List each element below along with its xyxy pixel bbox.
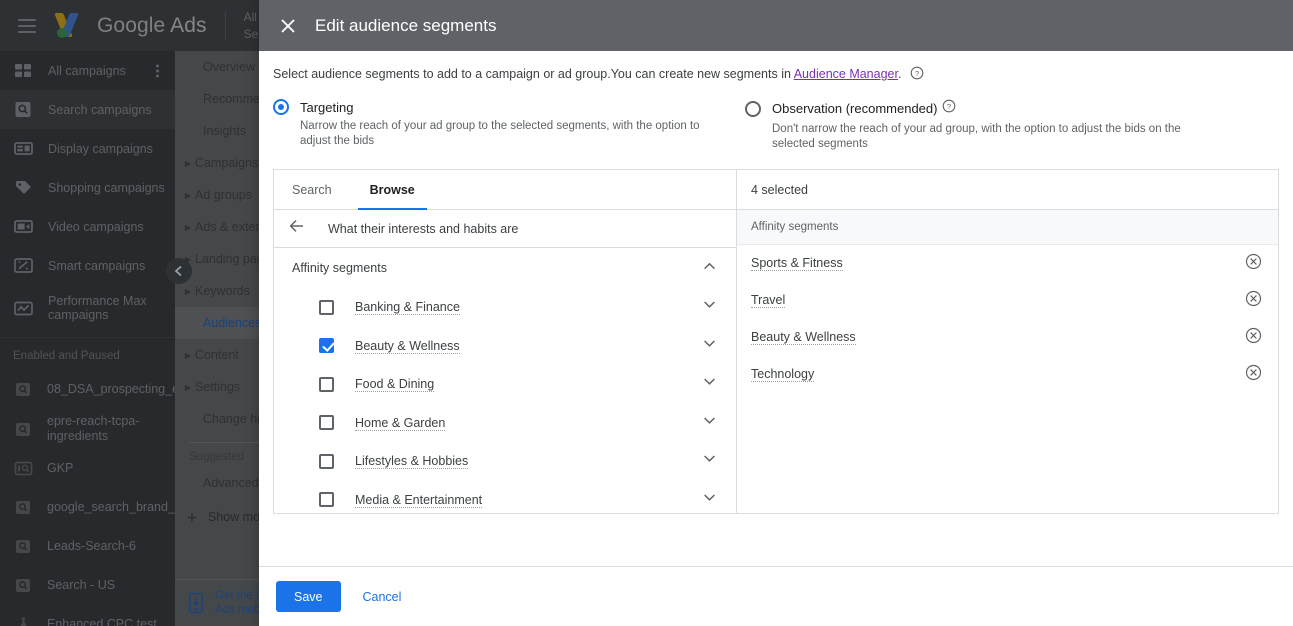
targeting-label: Targeting (300, 99, 354, 115)
close-icon[interactable] (275, 13, 301, 39)
dialog-description: Select audience segments to add to a cam… (273, 51, 1279, 85)
svg-text:?: ? (915, 69, 919, 78)
remove-circle-icon[interactable] (1245, 253, 1262, 275)
remove-circle-icon[interactable] (1245, 364, 1262, 386)
cancel-button[interactable]: Cancel (363, 590, 402, 604)
segment-checkbox[interactable] (319, 415, 334, 431)
list-item[interactable]: Media & Entertainment (274, 481, 736, 514)
selected-item: Beauty & Wellness (737, 319, 1278, 356)
chevron-up-icon[interactable] (701, 258, 718, 278)
selected-count: 4 selected (737, 170, 1278, 210)
segment-label: Beauty & Wellness (355, 338, 460, 354)
segment-label: Food & Dining (355, 377, 435, 393)
targeting-mode-radio-group: Targeting Narrow the reach of your ad gr… (273, 85, 1279, 152)
browse-list: Banking & Finance Beauty & Wellness Food… (274, 288, 736, 513)
segment-checkbox[interactable] (319, 338, 334, 354)
list-item[interactable]: Beauty & Wellness (274, 327, 736, 366)
svg-text:?: ? (947, 102, 951, 111)
selected-label: Beauty & Wellness (751, 330, 856, 345)
chevron-down-icon[interactable] (701, 489, 718, 511)
picker-tabs: Search Browse (274, 170, 736, 210)
observation-option[interactable]: Observation (recommended) ? Don't narrow… (745, 99, 1198, 152)
tab-search[interactable]: Search (288, 170, 336, 209)
selected-item: Sports & Fitness (737, 245, 1278, 282)
segment-checkbox[interactable] (319, 492, 334, 508)
description-text-2: . (897, 67, 902, 81)
chevron-down-icon[interactable] (701, 412, 718, 434)
audience-manager-link[interactable]: Audience Manager (794, 67, 898, 81)
selected-item: Technology (737, 356, 1278, 393)
segment-checkbox[interactable] (319, 376, 334, 392)
segment-checkbox[interactable] (319, 299, 334, 315)
segment-label: Banking & Finance (355, 300, 460, 316)
tab-browse[interactable]: Browse (357, 170, 427, 210)
selected-label: Technology (751, 367, 815, 382)
selected-panel: 4 selected Affinity segments Sports & Fi… (737, 170, 1278, 513)
save-button[interactable]: Save (276, 581, 341, 612)
dialog-header: Edit audience segments (259, 0, 1293, 51)
collapse-nav-button[interactable] (166, 258, 192, 284)
arrow-left-icon[interactable] (288, 217, 306, 240)
list-item[interactable]: Food & Dining (274, 365, 736, 404)
chevron-down-icon[interactable] (701, 296, 718, 318)
affinity-segments-group-header[interactable]: Affinity segments (274, 248, 736, 288)
segment-picker: Search Browse What their interests and h… (273, 169, 1279, 514)
chevron-left-icon (174, 265, 182, 277)
selected-label: Travel (751, 293, 786, 308)
group-label: Affinity segments (292, 261, 387, 275)
list-item[interactable]: Home & Garden (274, 404, 736, 443)
segment-label: Home & Garden (355, 415, 446, 431)
chevron-down-icon[interactable] (701, 335, 718, 357)
remove-circle-icon[interactable] (1245, 327, 1262, 349)
observation-label: Observation (recommended) (772, 101, 938, 116)
help-circle-icon[interactable]: ? (942, 99, 956, 118)
targeting-description: Narrow the reach of your ad group to the… (300, 120, 700, 147)
segment-label: Media & Entertainment (355, 492, 483, 508)
dialog-body: Select audience segments to add to a cam… (259, 51, 1293, 566)
help-circle-icon[interactable]: ? (910, 66, 924, 85)
observation-radio[interactable] (745, 100, 761, 117)
segment-label: Lifestyles & Hobbies (355, 454, 469, 470)
dialog-title: Edit audience segments (315, 15, 497, 35)
breadcrumb-label: What their interests and habits are (328, 221, 519, 236)
selected-group-header: Affinity segments (737, 210, 1278, 245)
description-text-1: Select audience segments to add to a cam… (273, 67, 794, 81)
remove-circle-icon[interactable] (1245, 290, 1262, 312)
segment-checkbox[interactable] (319, 453, 334, 469)
browse-panel: Search Browse What their interests and h… (274, 170, 737, 513)
breadcrumb[interactable]: What their interests and habits are (274, 210, 736, 248)
chevron-down-icon[interactable] (701, 450, 718, 472)
targeting-radio[interactable] (273, 99, 289, 115)
dialog-footer: Save Cancel (259, 566, 1293, 626)
edit-audience-segments-dialog: Edit audience segments Select audience s… (259, 0, 1293, 626)
targeting-option[interactable]: Targeting Narrow the reach of your ad gr… (273, 99, 726, 152)
list-item[interactable]: Lifestyles & Hobbies (274, 442, 736, 481)
observation-description: Don't narrow the reach of your ad group,… (772, 123, 1181, 150)
selected-label: Sports & Fitness (751, 256, 843, 271)
chevron-down-icon[interactable] (701, 373, 718, 395)
selected-item: Travel (737, 282, 1278, 319)
list-item[interactable]: Banking & Finance (274, 288, 736, 327)
